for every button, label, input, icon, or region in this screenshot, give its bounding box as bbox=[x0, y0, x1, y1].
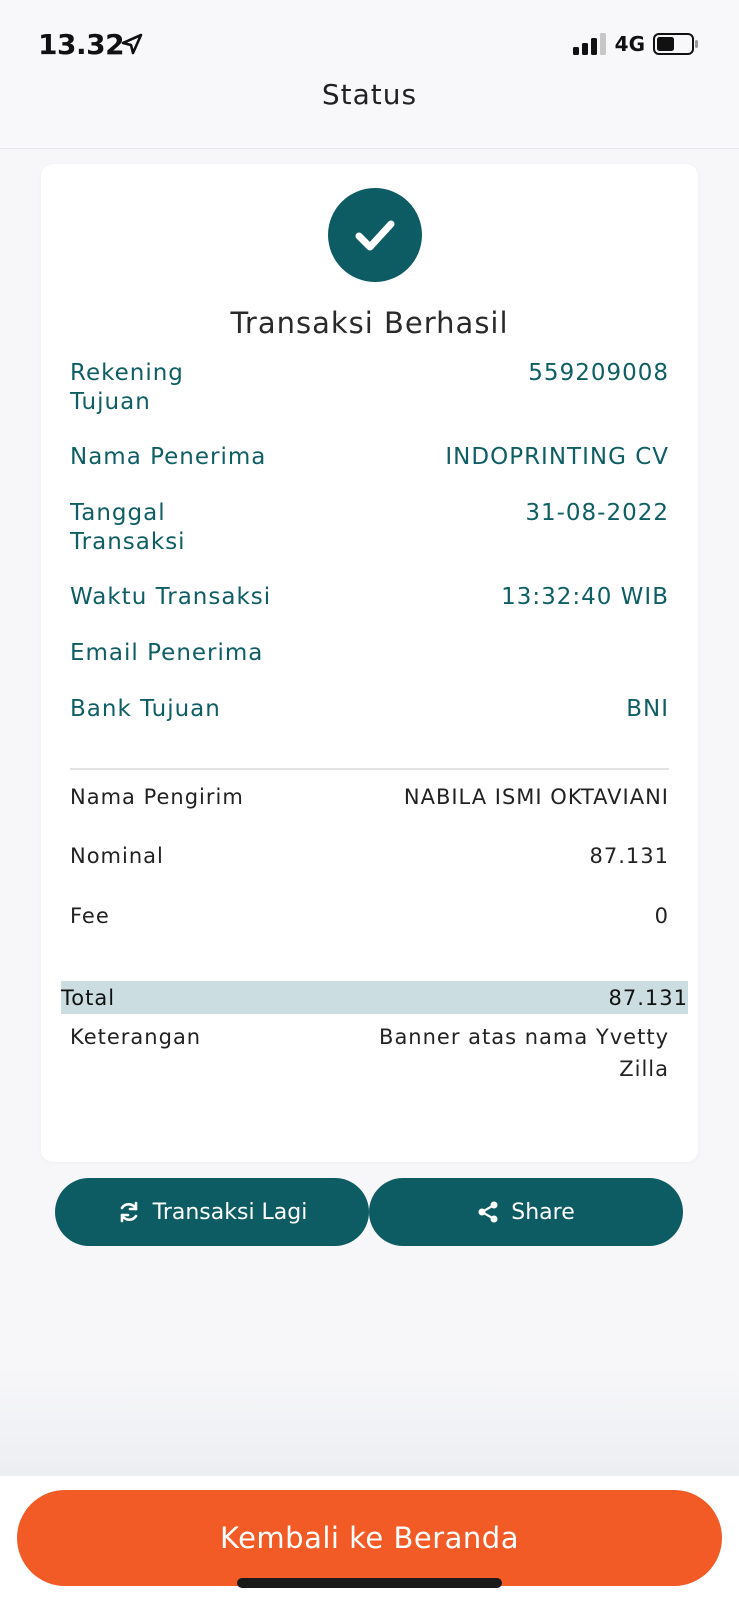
detail-label: Waktu Transaksi bbox=[70, 584, 272, 610]
divider bbox=[70, 768, 669, 770]
summary-row-pengirim: Nama Pengirim NABILA ISMI OKTAVIANI bbox=[70, 783, 669, 812]
detail-value: 13:32:40 WIB bbox=[501, 584, 669, 610]
detail-value: BNI bbox=[626, 696, 669, 722]
detail-value: 31-08-2022 bbox=[525, 500, 669, 526]
detail-label: Rekening Tujuan bbox=[70, 360, 184, 415]
receipt-card: Transaksi Berhasil Rekening Tujuan 55920… bbox=[41, 164, 698, 1162]
home-indicator bbox=[237, 1578, 502, 1588]
nav-bar: Status bbox=[0, 80, 739, 149]
location-arrow-icon bbox=[121, 33, 143, 55]
transaksi-lagi-button[interactable]: Transaksi Lagi bbox=[55, 1178, 369, 1246]
summary-label: Fee bbox=[70, 904, 110, 928]
note-label: Keterangan bbox=[70, 1025, 202, 1049]
summary-label: Nama Pengirim bbox=[70, 785, 244, 809]
network-type: 4G bbox=[614, 32, 645, 56]
detail-label: Bank Tujuan bbox=[70, 696, 221, 722]
share-label: Share bbox=[511, 1199, 575, 1225]
detail-label: Email Penerima bbox=[70, 640, 264, 666]
total-label: Total bbox=[61, 985, 116, 1010]
battery-icon bbox=[653, 33, 698, 55]
share-icon bbox=[478, 1201, 498, 1223]
refresh-icon bbox=[120, 1201, 137, 1223]
detail-row-rekening: Rekening Tujuan 559209008 bbox=[70, 359, 669, 417]
detail-row-nama-penerima: Nama Penerima INDOPRINTING CV bbox=[70, 443, 669, 472]
note-value: Banner atas nama Yvetty Zilla bbox=[379, 1025, 669, 1081]
summary-label: Nominal bbox=[70, 844, 164, 868]
page-title: Status bbox=[321, 78, 418, 111]
success-badge bbox=[328, 188, 422, 282]
summary-value: NABILA ISMI OKTAVIANI bbox=[403, 785, 669, 809]
summary-value: 0 bbox=[654, 904, 669, 928]
back-to-home-label: Kembali ke Beranda bbox=[220, 1521, 519, 1555]
total-row: Total 87.131 bbox=[61, 981, 688, 1014]
detail-row-email: Email Penerima bbox=[70, 639, 669, 668]
summary-row-fee: Fee 0 bbox=[70, 902, 669, 931]
detail-value: INDOPRINTING CV bbox=[445, 444, 669, 470]
summary-row-nominal: Nominal 87.131 bbox=[70, 842, 669, 871]
total-value: 87.131 bbox=[608, 985, 688, 1010]
transaksi-lagi-label: Transaksi Lagi bbox=[152, 1199, 308, 1225]
summary-value: 87.131 bbox=[589, 844, 669, 868]
detail-row-waktu: Waktu Transaksi 13:32:40 WIB bbox=[70, 583, 669, 612]
note-row: Keterangan Banner atas nama Yvetty Zilla bbox=[70, 1021, 669, 1085]
status-indicators: 4G bbox=[572, 32, 699, 56]
bottom-fade bbox=[0, 1370, 739, 1476]
signal-icon bbox=[572, 33, 606, 55]
detail-row-tanggal: Tanggal Transaksi 31-08-2022 bbox=[70, 499, 669, 557]
share-button[interactable]: Share bbox=[369, 1178, 683, 1246]
checkmark-icon bbox=[355, 220, 395, 251]
detail-label: Tanggal Transaksi bbox=[70, 500, 186, 555]
detail-value: 559209008 bbox=[528, 360, 669, 386]
status-time: 13.32 bbox=[38, 28, 125, 61]
detail-row-bank: Bank Tujuan BNI bbox=[70, 695, 669, 724]
detail-label: Nama Penerima bbox=[70, 444, 267, 470]
status-bar: 13.32 4G bbox=[0, 0, 739, 80]
back-to-home-button[interactable]: Kembali ke Beranda bbox=[17, 1490, 722, 1586]
status-title: Transaksi Berhasil bbox=[230, 306, 509, 340]
